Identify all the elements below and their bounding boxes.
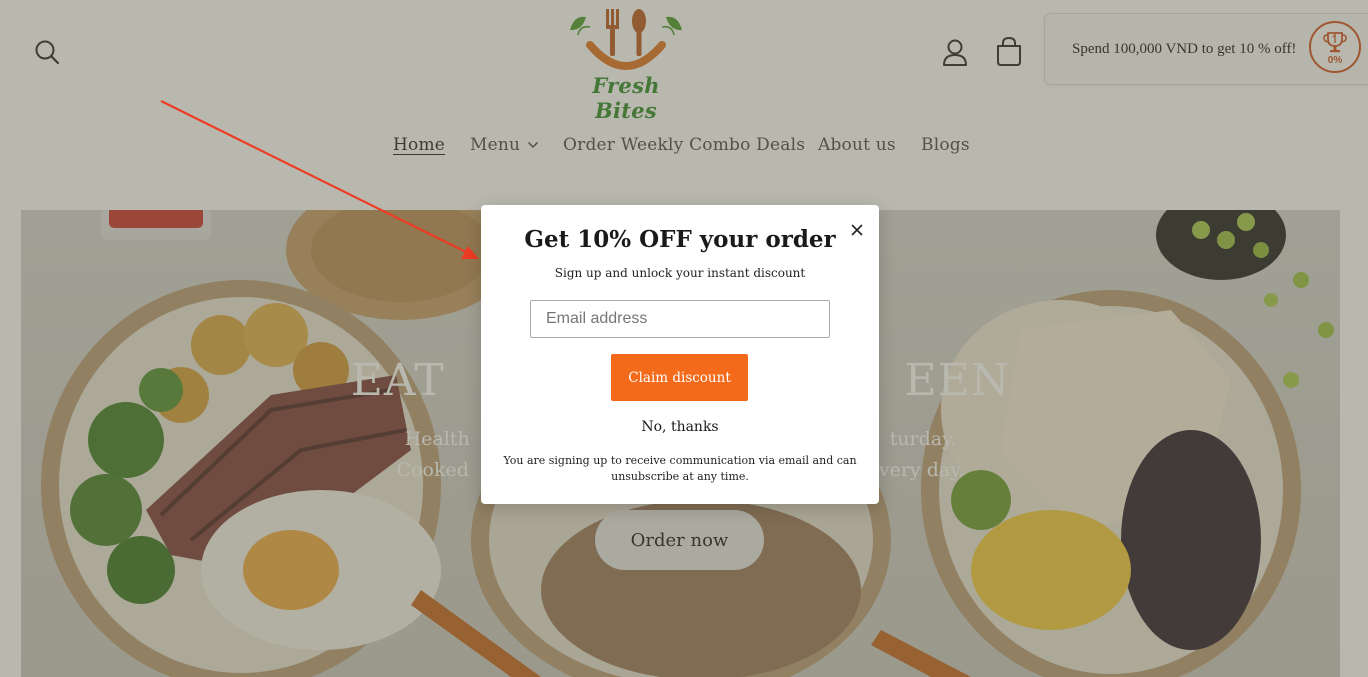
claim-discount-button[interactable]: Claim discount — [611, 354, 748, 401]
popup-subtitle: Sign up and unlock your instant discount — [554, 266, 806, 280]
discount-popup: Get 10% OFF your order Sign up and unloc… — [481, 205, 879, 504]
email-field[interactable] — [530, 300, 830, 338]
no-thanks-link[interactable]: No, thanks — [481, 419, 879, 435]
popup-title: Get 10% OFF your order — [524, 226, 836, 253]
popup-legal-text: You are signing up to receive communicat… — [503, 454, 857, 483]
